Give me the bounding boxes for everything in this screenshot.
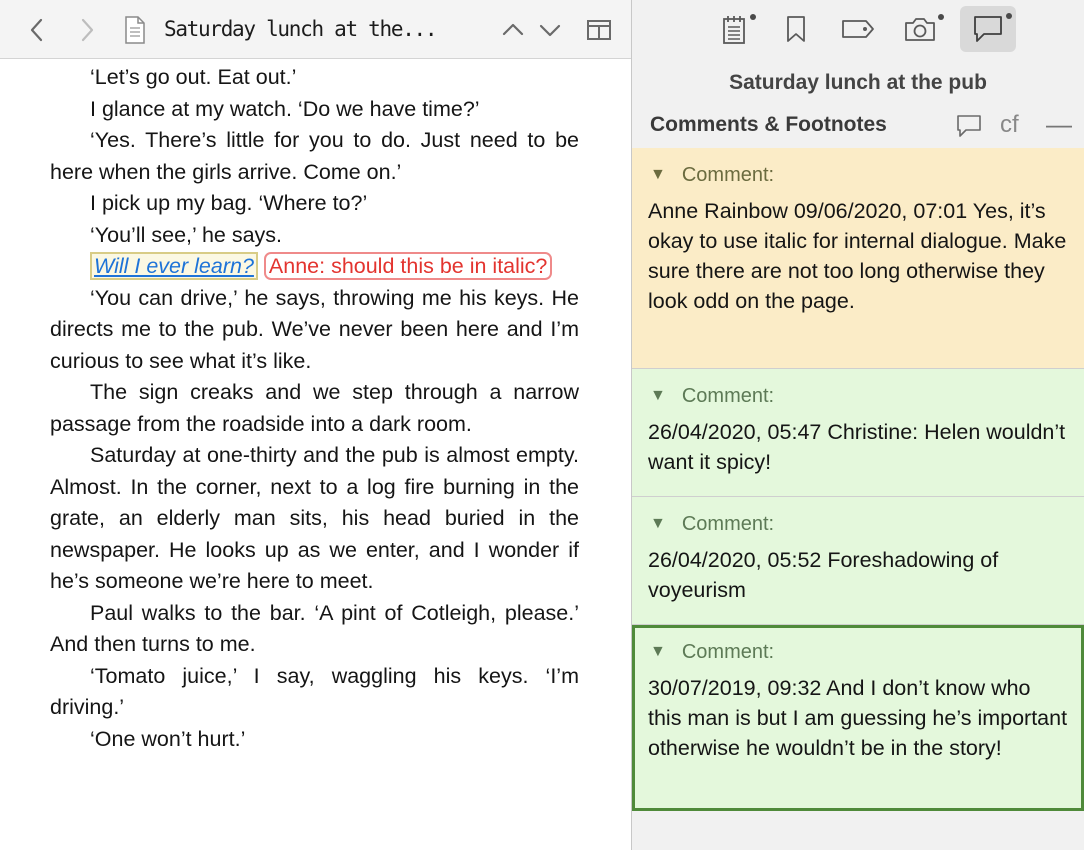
inspector-document-title: Saturday lunch at the pub bbox=[729, 71, 987, 94]
paragraph: I pick up my bag. ‘Where to?’ bbox=[90, 191, 368, 215]
comment-label: Comment: bbox=[681, 163, 775, 186]
paragraph: I glance at my watch. ‘Do we have time?’ bbox=[90, 96, 480, 121]
tab-snapshots[interactable] bbox=[892, 6, 948, 52]
comment-card[interactable]: ▼ Comment: Anne Rainbow 09/06/2020, 07:0… bbox=[632, 148, 1084, 369]
bookmark-icon bbox=[787, 16, 805, 42]
comment-text[interactable]: 26/04/2020, 05:47 Christine: Helen would… bbox=[648, 417, 1068, 477]
inspector-pane: Saturday lunch at the pub Comments & Foo… bbox=[632, 0, 1084, 850]
editor-pane: Saturday lunch at the... ‘Let’s go out. … bbox=[0, 0, 631, 850]
comments-header: Comments & Footnotes cf — bbox=[632, 108, 1084, 148]
paragraph: Saturday at one-thirty and the pub is al… bbox=[50, 443, 579, 593]
editor-toolbar: Saturday lunch at the... bbox=[0, 0, 631, 59]
tab-comments[interactable] bbox=[960, 6, 1016, 52]
inline-comment[interactable]: Anne: should this be in italic? bbox=[263, 252, 553, 280]
comment-text[interactable]: 30/07/2019, 09:32 And I don’t know who t… bbox=[648, 673, 1068, 763]
chevron-down-icon bbox=[539, 24, 561, 36]
next-document-button[interactable] bbox=[535, 0, 565, 59]
split-view-icon bbox=[587, 19, 611, 40]
chevron-right-icon bbox=[81, 18, 94, 41]
disclosure-triangle-icon[interactable]: ▼ bbox=[650, 387, 666, 405]
comment-label: Comment: bbox=[681, 384, 775, 407]
tab-notes[interactable] bbox=[706, 6, 762, 52]
comments-list: ▼ Comment: Anne Rainbow 09/06/2020, 07:0… bbox=[632, 148, 1084, 811]
comment-label: Comment: bbox=[681, 512, 775, 535]
comment-label: Comment: bbox=[681, 640, 775, 663]
inspector-toolbar bbox=[632, 0, 1084, 59]
inline-annotation[interactable]: Will I ever learn? bbox=[90, 252, 258, 280]
comment-header[interactable]: ▼ Comment: bbox=[648, 381, 1068, 411]
paragraph: ‘You’ll see,’ he says. bbox=[90, 222, 283, 247]
previous-document-button[interactable] bbox=[498, 0, 528, 59]
add-comment-button[interactable] bbox=[954, 111, 984, 141]
tab-bookmarks[interactable] bbox=[768, 6, 824, 52]
chevron-up-icon bbox=[502, 23, 524, 35]
comment-header[interactable]: ▼ Comment: bbox=[648, 509, 1068, 539]
paragraph: ‘Yes. There’s little for you to do. Just… bbox=[50, 128, 579, 184]
paragraph: Paul walks to the bar. ‘A pint of Cotlei… bbox=[50, 600, 579, 657]
editor-text-area[interactable]: ‘Let’s go out. Eat out.’ I glance at my … bbox=[50, 62, 579, 755]
indicator-dot bbox=[1006, 13, 1012, 19]
comment-header[interactable]: ▼ Comment: bbox=[648, 637, 1068, 667]
paragraph: The sign creaks and we step through a na… bbox=[50, 380, 579, 436]
comment-bubble-icon bbox=[957, 115, 981, 137]
split-view-button[interactable] bbox=[584, 0, 614, 59]
camera-icon bbox=[905, 18, 935, 41]
tag-icon bbox=[842, 20, 874, 38]
indicator-dot bbox=[938, 14, 944, 20]
comment-card-selected[interactable]: ▼ Comment: 30/07/2019, 09:32 And I don’t… bbox=[632, 625, 1084, 811]
notepad-icon bbox=[723, 16, 745, 44]
paragraph: ‘One won’t hurt.’ bbox=[90, 726, 246, 751]
annotated-paragraph: Will I ever learn? Anne: should this be … bbox=[50, 251, 579, 283]
document-icon bbox=[120, 0, 150, 59]
add-footnote-button[interactable]: cf bbox=[1000, 108, 1019, 142]
tab-metadata[interactable] bbox=[830, 6, 886, 52]
forward-button[interactable] bbox=[72, 0, 102, 59]
disclosure-triangle-icon[interactable]: ▼ bbox=[650, 166, 666, 184]
comment-card[interactable]: ▼ Comment: 26/04/2020, 05:52 Foreshadowi… bbox=[632, 497, 1084, 625]
paragraph: ‘Tomato juice,’ I say, waggling his keys… bbox=[50, 663, 579, 720]
comment-text[interactable]: 26/04/2020, 05:52 Foreshadowing of voyeu… bbox=[648, 545, 1068, 605]
back-button[interactable] bbox=[22, 0, 52, 59]
comment-card[interactable]: ▼ Comment: 26/04/2020, 05:47 Christine: … bbox=[632, 369, 1084, 497]
comment-header[interactable]: ▼ Comment: bbox=[648, 160, 1068, 190]
section-title: Comments & Footnotes bbox=[650, 113, 887, 136]
paragraph: ‘You can drive,’ he says, throwing me hi… bbox=[50, 285, 579, 373]
chevron-left-icon bbox=[30, 18, 43, 41]
paragraph: ‘Let’s go out. Eat out.’ bbox=[90, 65, 297, 89]
collapse-button[interactable]: — bbox=[1046, 108, 1072, 140]
indicator-dot bbox=[750, 14, 756, 20]
disclosure-triangle-icon[interactable]: ▼ bbox=[650, 643, 666, 661]
comment-text[interactable]: Anne Rainbow 09/06/2020, 07:01 Yes, it’s… bbox=[648, 196, 1068, 316]
comment-bubble-icon bbox=[974, 16, 1002, 42]
disclosure-triangle-icon[interactable]: ▼ bbox=[650, 515, 666, 533]
document-title[interactable]: Saturday lunch at the... bbox=[164, 14, 494, 44]
